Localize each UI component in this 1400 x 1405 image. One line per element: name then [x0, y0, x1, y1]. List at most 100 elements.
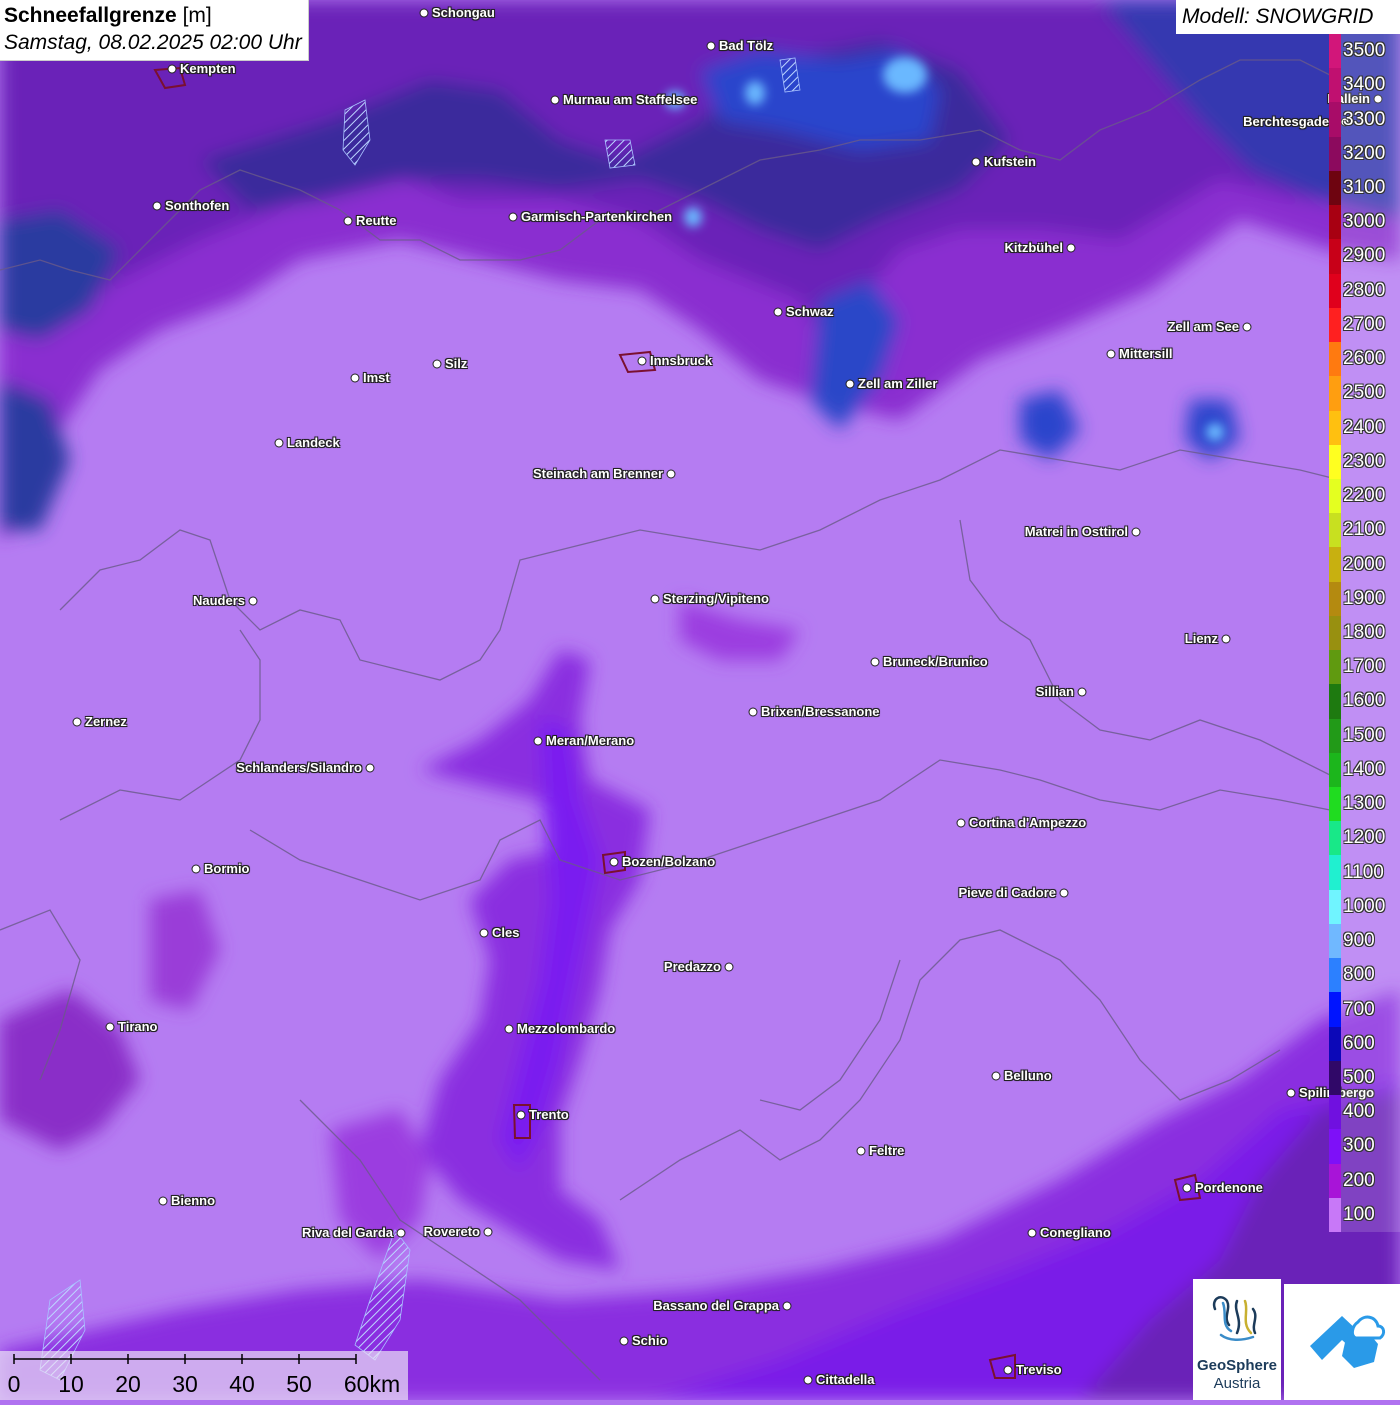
place-marker-meran-merano[interactable] [533, 736, 543, 746]
place-marker-steinach-am-brenner[interactable] [666, 469, 676, 479]
legend-label: 2300 [1343, 450, 1386, 472]
place-marker-belluno[interactable] [991, 1071, 1001, 1081]
place-marker-landeck[interactable] [274, 438, 284, 448]
color-legend: 3500 3400 3300 3200 3100 3000 2900 2800 2700 2600… [1329, 34, 1400, 1232]
place-marker-pieve-di-cadore[interactable] [1059, 888, 1069, 898]
place-marker-zell-am-see[interactable] [1242, 322, 1252, 332]
legend-swatch [1329, 889, 1341, 924]
place-marker-kufstein[interactable] [971, 157, 981, 167]
place-marker-mittersill[interactable] [1106, 349, 1116, 359]
place-marker-bassano-del-grappa[interactable] [782, 1301, 792, 1311]
snow-app-logo[interactable] [1284, 1284, 1400, 1400]
legend-swatch [1329, 34, 1341, 69]
place-marker-sillian[interactable] [1077, 687, 1087, 697]
legend-level-2200: 2200 [1329, 478, 1400, 514]
legend-label: 400 [1343, 1101, 1375, 1123]
place-marker-bad-t-lz[interactable] [706, 41, 716, 51]
legend-label: 3100 [1343, 177, 1386, 199]
place-label-zell-am-see: Zell am See [1167, 319, 1239, 334]
geosphere-emblem-icon [1212, 1296, 1257, 1341]
place-marker-treviso[interactable] [1003, 1365, 1013, 1375]
place-label-imst: Imst [363, 370, 390, 385]
place-marker-silz[interactable] [432, 359, 442, 369]
map-title: Schneefallgrenze [m] [4, 3, 302, 29]
place-label-kempten: Kempten [180, 61, 236, 76]
legend-swatch [1329, 821, 1341, 856]
legend-label: 2700 [1343, 313, 1386, 335]
legend-swatch [1329, 615, 1341, 651]
place-marker-sonthofen[interactable] [152, 201, 162, 211]
place-marker-bienno[interactable] [158, 1196, 168, 1206]
place-marker-rovereto[interactable] [483, 1227, 493, 1237]
legend-level-1500: 1500 [1329, 718, 1400, 753]
place-label-nauders: Nauders [192, 593, 245, 608]
legend-label: 2800 [1343, 279, 1386, 301]
place-marker-feltre[interactable] [856, 1146, 866, 1156]
place-label-berchtesgaden: Berchtesgaden [1243, 114, 1337, 129]
legend-swatch [1329, 1026, 1341, 1061]
place-label-belluno: Belluno [1004, 1068, 1052, 1083]
legend-swatch [1329, 68, 1341, 103]
place-marker-lienz[interactable] [1221, 634, 1231, 644]
place-marker-zernez[interactable] [72, 717, 82, 727]
place-marker-cles[interactable] [479, 928, 489, 938]
place-marker-bormio[interactable] [191, 864, 201, 874]
place-marker-mezzolombardo[interactable] [504, 1024, 514, 1034]
place-marker-matrei-in-osttirol[interactable] [1131, 527, 1141, 537]
place-marker-pordenone[interactable] [1182, 1183, 1192, 1193]
legend-label: 3000 [1343, 211, 1386, 233]
place-marker-sterzing-vipiteno[interactable] [650, 594, 660, 604]
place-marker-brixen-bressanone[interactable] [748, 707, 758, 717]
legend-swatch [1329, 410, 1341, 445]
place-marker-reutte[interactable] [343, 216, 353, 226]
legend-label: 2500 [1343, 382, 1386, 404]
legend-level-2800: 2800 [1329, 273, 1400, 308]
place-marker-garmisch-partenkirchen[interactable] [508, 212, 518, 222]
place-marker-zell-am-ziller[interactable] [845, 379, 855, 389]
place-marker-predazzo[interactable] [724, 962, 734, 972]
place-marker-spilimbergo[interactable] [1286, 1088, 1296, 1098]
legend-level-1100: 1100 [1329, 855, 1400, 890]
place-marker-cittadella[interactable] [803, 1375, 813, 1385]
snow-mountain-icon [1310, 1315, 1386, 1368]
place-marker-schio[interactable] [619, 1336, 629, 1346]
place-label-predazzo: Predazzo [663, 959, 721, 974]
legend-swatch [1329, 650, 1341, 685]
place-marker-bruneck-brunico[interactable] [870, 657, 880, 667]
legend-label: 200 [1343, 1169, 1375, 1191]
legend-label: 2600 [1343, 348, 1386, 370]
place-label-schongau: Schongau [432, 5, 495, 20]
legend-level-3000: 3000 [1329, 205, 1400, 240]
place-marker-trento[interactable] [516, 1110, 526, 1120]
place-marker-cortina-d-ampezzo[interactable] [956, 818, 966, 828]
place-marker-conegliano[interactable] [1027, 1228, 1037, 1238]
legend-level-2100: 2100 [1329, 513, 1400, 548]
legend-swatch [1329, 1129, 1341, 1164]
legend-swatch [1329, 478, 1341, 514]
place-marker-tirano[interactable] [105, 1022, 115, 1032]
geosphere-logo[interactable]: GeoSphere Austria [1193, 1279, 1281, 1400]
legend-swatch [1329, 376, 1341, 411]
place-marker-bozen-bolzano[interactable] [609, 857, 619, 867]
place-marker-riva-del-garda[interactable] [396, 1228, 406, 1238]
place-label-steinach-am-brenner: Steinach am Brenner [532, 466, 663, 481]
place-marker-innsbruck[interactable] [637, 356, 647, 366]
place-marker-kempten[interactable] [167, 64, 177, 74]
place-marker-imst[interactable] [350, 373, 360, 383]
parameter-name: Schneefallgrenze [4, 4, 177, 27]
legend-swatch [1329, 239, 1341, 274]
place-marker-murnau-am-staffelsee[interactable] [550, 95, 560, 105]
place-label-trento: Trento [529, 1107, 569, 1122]
legend-swatch [1329, 855, 1341, 890]
place-marker-nauders[interactable] [248, 596, 258, 606]
place-marker-schwaz[interactable] [773, 307, 783, 317]
place-label-mezzolombardo: Mezzolombardo [517, 1021, 616, 1036]
legend-label: 300 [1343, 1135, 1375, 1157]
place-label-bad-t-lz: Bad Tölz [719, 38, 774, 53]
legend-swatch [1329, 992, 1341, 1027]
place-marker-schongau[interactable] [419, 8, 429, 18]
place-marker-kitzb-hel[interactable] [1066, 243, 1076, 253]
legend-swatch [1329, 958, 1341, 993]
place-label-bassano-del-grappa: Bassano del Grappa [653, 1298, 779, 1313]
place-marker-schlanders-silandro[interactable] [365, 763, 375, 773]
